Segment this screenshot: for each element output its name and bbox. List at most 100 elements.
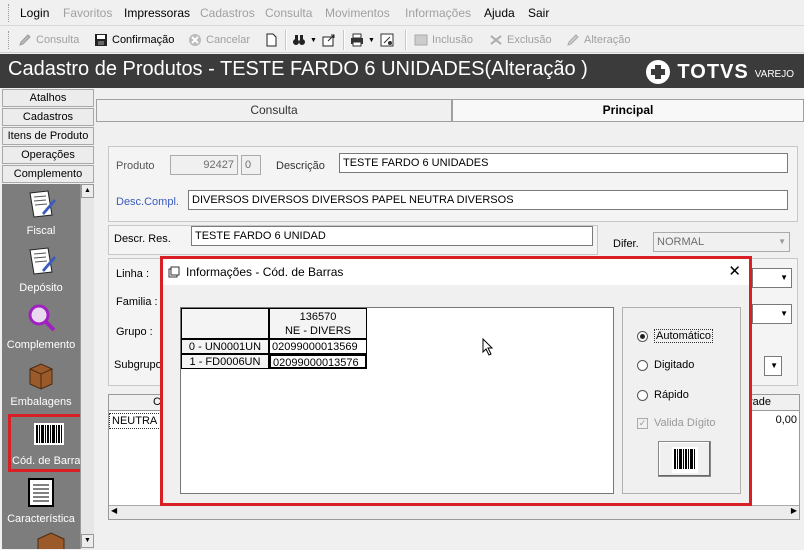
sidebar-button-cadastros[interactable]: Cadastros <box>2 108 94 126</box>
grid-corner-cell <box>181 308 269 339</box>
window-title-bar: Cadastro de Produtos - TESTE FARDO 6 UNI… <box>0 54 804 88</box>
menu-login[interactable]: Login <box>20 6 49 20</box>
menu-informacoes[interactable]: Informações <box>405 6 471 20</box>
sidebar-item-deposito[interactable]: Depósito <box>2 246 80 294</box>
radio-digitado[interactable]: Digitado <box>637 359 694 371</box>
confirmacao-button[interactable]: Confirmação <box>94 32 174 48</box>
desc-compl-field[interactable]: DIVERSOS DIVERSOS DIVERSOS PAPEL NEUTRA … <box>188 190 788 210</box>
inclusao-button[interactable]: Inclusão <box>414 32 473 48</box>
menu-ajuda[interactable]: Ajuda <box>484 6 515 20</box>
descr-res-field[interactable]: TESTE FARDO 6 UNIDAD <box>191 226 593 246</box>
produto-digit-field[interactable]: 0 <box>241 155 261 175</box>
deposit-document-icon <box>29 247 56 275</box>
menu-impressoras[interactable]: Impressoras <box>124 6 190 20</box>
sidebar-button-operacoes[interactable]: Operações <box>2 146 94 164</box>
barcode-icon <box>34 423 64 445</box>
menu-grip <box>8 4 11 22</box>
sidebar-item-label: Característica <box>7 513 75 525</box>
check-icon: ✓ <box>637 417 648 429</box>
sidebar-item-fiscal[interactable]: Fiscal <box>2 189 80 237</box>
sidebar-item-caracteristica[interactable]: Característica <box>2 477 80 525</box>
sidebar-scrollbar[interactable]: ▲ ▼ <box>80 184 94 549</box>
barcode-dialog: Informações - Cód. de Barras ✕ 136570 NE… <box>160 256 752 506</box>
barcode-cell[interactable]: 02099000013576 <box>269 354 367 369</box>
menu-sair[interactable]: Sair <box>528 6 549 20</box>
alteracao-label: Alteração <box>584 34 631 46</box>
generate-barcode-button[interactable] <box>658 441 711 477</box>
menu-bar: Login Favoritos Impressoras Cadastros Co… <box>0 0 804 26</box>
sidebar-item-label: Embalagens <box>10 396 72 408</box>
scroll-down-button[interactable]: ▼ <box>81 534 94 548</box>
sidebar-item-cod-de-barras[interactable]: Cód. de Barras <box>8 414 90 472</box>
print-button[interactable]: ▼ <box>350 32 375 48</box>
grid-row-header: 0 - UN0001UN <box>181 339 269 354</box>
valida-digito-checkbox[interactable]: ✓ Valida Dígito <box>637 417 716 429</box>
scroll-up-button[interactable]: ▲ <box>81 184 94 198</box>
chevron-down-icon: ▼ <box>770 361 778 370</box>
menu-consulta[interactable]: Consulta <box>265 6 312 20</box>
pencil-icon <box>19 34 31 46</box>
desc-compl-label: Desc.Compl. <box>116 196 179 208</box>
exclusao-button[interactable]: Exclusão <box>489 32 552 48</box>
sidebar: Atalhos Cadastros Itens de Produto Opera… <box>2 89 94 549</box>
sidebar-button-complemento[interactable]: Complemento <box>2 165 94 183</box>
sidebar-button-itens-de-produto[interactable]: Itens de Produto <box>2 127 94 145</box>
scroll-left-icon[interactable]: ◀ <box>111 506 117 515</box>
scroll-right-icon[interactable]: ▶ <box>791 506 797 515</box>
logo-brand: TOTVS <box>677 60 749 83</box>
familia-label: Familia : <box>116 296 158 308</box>
cancel-icon <box>189 34 201 46</box>
menu-favoritos[interactable]: Favoritos <box>63 6 112 20</box>
consulta-button[interactable]: Consulta <box>18 32 79 48</box>
sidebar-button-atalhos[interactable]: Atalhos <box>2 89 94 107</box>
subgrupo-select[interactable]: ▼ <box>764 356 782 376</box>
alteracao-button[interactable]: Alteração <box>566 32 630 48</box>
cancelar-button[interactable]: Cancelar <box>188 32 250 48</box>
export-icon <box>322 34 335 47</box>
grid-column-header: 136570 NE - DIVERS <box>269 308 367 339</box>
sidebar-item-embalagens[interactable]: Embalagens <box>2 360 80 408</box>
radio-automatico[interactable]: Automático <box>637 329 714 343</box>
barcode-cell[interactable]: 02099000013569 <box>269 339 367 354</box>
tab-principal[interactable]: Principal <box>452 99 804 121</box>
radio-rapido[interactable]: Rápido <box>637 389 689 401</box>
totvs-logo-icon <box>646 60 671 84</box>
grid-row-header: 1 - FD0006UN <box>181 354 269 369</box>
cancelar-label: Cancelar <box>206 34 251 46</box>
descricao-field[interactable]: TESTE FARDO 6 UNIDADES <box>339 153 788 173</box>
radio-dot <box>637 389 648 401</box>
grid-hscrollbar[interactable]: ◀ ▶ <box>109 505 799 519</box>
search-button[interactable]: ▼ <box>292 32 317 48</box>
exclusao-label: Exclusão <box>507 34 552 46</box>
sidebar-item-complemento[interactable]: Complemento <box>2 303 80 351</box>
menu-cadastros[interactable]: Cadastros <box>200 6 255 20</box>
package-icon <box>37 532 65 549</box>
magnifier-icon <box>28 304 56 332</box>
tab-consulta[interactable]: Consulta <box>96 99 452 121</box>
grupo-label: Grupo : <box>116 326 153 338</box>
produto-field[interactable]: 92427 <box>170 155 238 175</box>
linha-select[interactable]: ▼ <box>752 268 792 288</box>
difer-select[interactable]: NORMAL ▼ <box>653 232 790 252</box>
logo-sub: VAREJO <box>754 68 794 80</box>
radio-dot <box>637 330 648 342</box>
edit-icon <box>567 34 579 46</box>
column-header-line1: 136570 <box>299 311 337 323</box>
insert-icon <box>414 34 428 46</box>
dialog-title-bar: Informações - Cód. de Barras ✕ <box>163 259 749 285</box>
barcode-icon <box>672 447 698 473</box>
radio-dot <box>637 359 648 371</box>
familia-select[interactable]: ▼ <box>752 304 792 324</box>
window-title: Cadastro de Produtos - TESTE FARDO 6 UNI… <box>8 58 588 80</box>
totvs-logo: TOTVS VAREJO <box>645 59 794 85</box>
difer-label: Difer. <box>613 238 639 250</box>
descricao-label: Descrição <box>276 160 325 172</box>
menu-movimentos[interactable]: Movimentos <box>325 6 390 20</box>
checkbox-label: Valida Dígito <box>654 417 716 429</box>
column-header-line2: NE - DIVERS <box>284 325 351 337</box>
new-document-button[interactable] <box>264 32 282 48</box>
close-icon[interactable]: ✕ <box>728 262 741 280</box>
help-button[interactable] <box>380 32 398 48</box>
export-button[interactable] <box>322 32 340 48</box>
confirmacao-label: Confirmação <box>112 34 175 46</box>
